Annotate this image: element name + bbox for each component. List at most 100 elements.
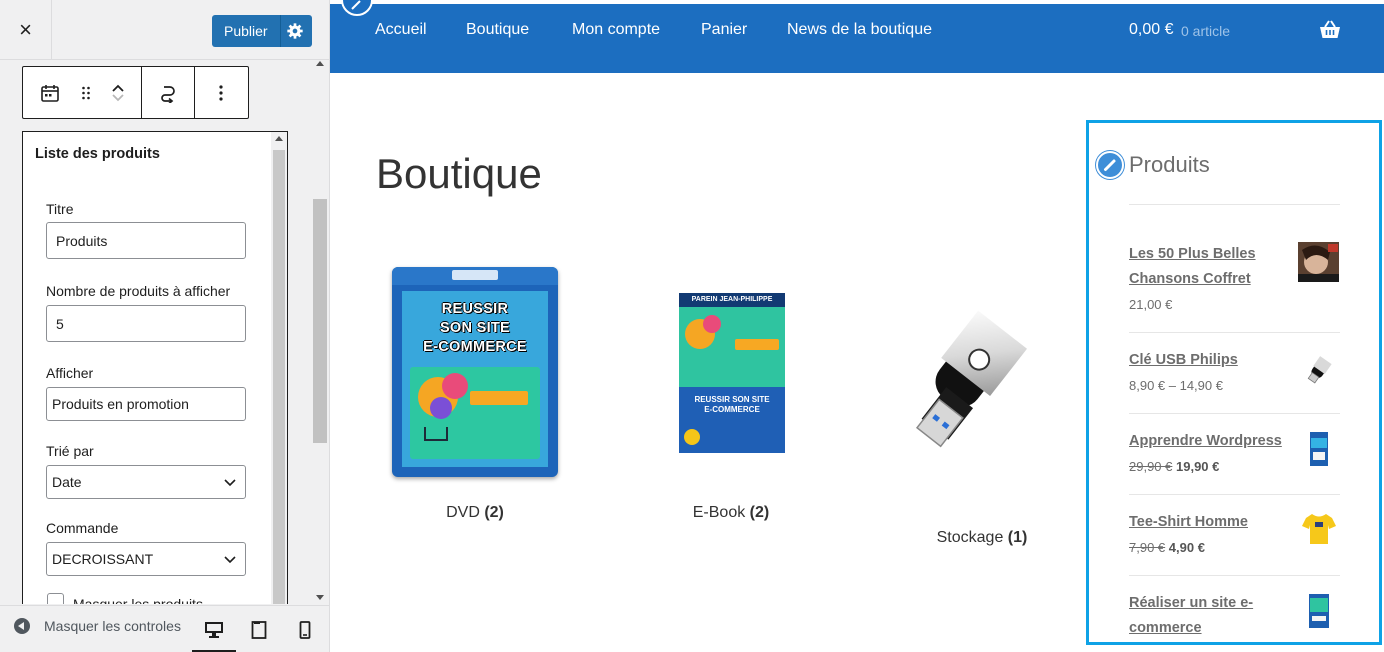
chevron-down-icon bbox=[224, 556, 236, 564]
panel-title: Liste des produits bbox=[35, 146, 160, 162]
block-toolbar-group-more bbox=[195, 67, 247, 118]
desktop-icon bbox=[205, 622, 223, 638]
sidebar-content: Liste des produits Titre Produits Nombre… bbox=[0, 61, 314, 604]
more-options-icon[interactable] bbox=[195, 67, 247, 118]
widget-divider bbox=[1129, 204, 1340, 205]
category-count: (2) bbox=[484, 504, 504, 521]
edit-shortcut-icon[interactable] bbox=[341, 0, 373, 20]
wordpress-book-thumbnail[interactable] bbox=[1310, 432, 1328, 466]
product-name-line: Apprendre Wordpress bbox=[1129, 433, 1282, 449]
panel-scrollbar-thumb[interactable] bbox=[273, 150, 285, 604]
collapse-icon bbox=[14, 618, 30, 634]
move-up-down-control bbox=[95, 67, 141, 118]
regular-price: 7,90 € bbox=[1129, 540, 1166, 555]
category-stockage-label[interactable]: Stockage (1) bbox=[927, 529, 1037, 547]
widget-product-link[interactable]: Réaliser un site e- commerce bbox=[1129, 591, 1289, 641]
customizer-sidebar: × Publier Liste des produits Titre Produ… bbox=[0, 0, 330, 652]
widget-divider bbox=[1129, 332, 1340, 333]
gear-icon[interactable] bbox=[286, 22, 304, 40]
product-name-line: Réaliser un site e- bbox=[1129, 595, 1254, 611]
widget-product-link[interactable]: Les 50 Plus Belles Chansons Coffret bbox=[1129, 242, 1289, 292]
mobile-icon bbox=[299, 621, 311, 639]
ebook-title-line: REUSSIR SON SITE bbox=[694, 395, 770, 404]
hide-controls-button[interactable]: Masquer les controles bbox=[14, 618, 181, 634]
ecommerce-book-thumbnail[interactable] bbox=[1309, 594, 1329, 628]
nav-item-news[interactable]: News de la boutique bbox=[787, 21, 932, 39]
site-preview: Accueil Boutique Mon compte Panier News … bbox=[330, 0, 1384, 652]
order-select-value: DECROISSANT bbox=[52, 551, 154, 567]
chevron-down-icon bbox=[224, 479, 236, 487]
sidebar-scrollbar-thumb[interactable] bbox=[313, 199, 327, 443]
hide-products-label: Masquer les produits bbox=[73, 596, 203, 604]
category-count: (2) bbox=[749, 504, 770, 521]
product-name-line: Les 50 Plus Belles bbox=[1129, 246, 1256, 262]
widget-product-link[interactable]: Apprendre Wordpress bbox=[1129, 429, 1289, 454]
nav-item-panier[interactable]: Panier bbox=[701, 21, 747, 39]
nav-item-mon-compte[interactable]: Mon compte bbox=[572, 21, 660, 39]
edit-widget-icon[interactable] bbox=[1096, 151, 1124, 179]
widget-divider bbox=[1129, 494, 1340, 495]
dvd-category-image[interactable]: REUSSIR SON SITE E-COMMERCE bbox=[392, 267, 558, 477]
cart-amount[interactable]: 0,00 € bbox=[1129, 21, 1173, 39]
cart-count[interactable]: 0 article bbox=[1181, 23, 1230, 39]
top-navigation: Accueil Boutique Mon compte Panier News … bbox=[330, 0, 1384, 73]
ecommerce-illustration bbox=[679, 307, 785, 387]
ebook-badge bbox=[684, 429, 700, 445]
desktop-preview-button[interactable] bbox=[192, 616, 236, 652]
widget-divider bbox=[1129, 575, 1340, 576]
widget-product-price: 21,00 € bbox=[1129, 297, 1173, 312]
hide-controls-label: Masquer les controles bbox=[44, 618, 181, 634]
product-name-line: commerce bbox=[1129, 620, 1202, 636]
scroll-up-arrow-icon[interactable] bbox=[275, 136, 283, 141]
ebook-title: REUSSIR SON SITE E-COMMERCE bbox=[679, 395, 785, 415]
mobile-preview-button[interactable] bbox=[291, 616, 319, 644]
category-ebook-label[interactable]: E-Book (2) bbox=[685, 504, 777, 522]
nav-item-boutique[interactable]: Boutique bbox=[466, 21, 529, 39]
sale-price: 4,90 € bbox=[1168, 540, 1205, 555]
tshirt-thumbnail[interactable] bbox=[1302, 512, 1336, 546]
close-button[interactable]: × bbox=[0, 0, 52, 60]
scroll-up-arrow-icon[interactable] bbox=[316, 61, 324, 66]
sidebar-scrollbar[interactable] bbox=[311, 61, 329, 604]
widget-product-price: 7,90 € 4,90 € bbox=[1129, 540, 1205, 555]
ebook-title-line: E-COMMERCE bbox=[704, 405, 760, 414]
count-label: Nombre de produits à afficher bbox=[46, 283, 231, 299]
order-label: Commande bbox=[46, 520, 119, 536]
widget-product-link[interactable]: Clé USB Philips bbox=[1129, 348, 1289, 373]
show-select[interactable]: Produits en promotion bbox=[46, 387, 246, 421]
album-cover-thumbnail[interactable] bbox=[1298, 242, 1339, 282]
publish-label: Publier bbox=[224, 23, 268, 39]
sort-select[interactable]: Date bbox=[46, 465, 246, 499]
tablet-icon bbox=[251, 621, 267, 639]
count-input[interactable]: 5 bbox=[46, 305, 246, 342]
product-name-line: Chansons Coffret bbox=[1129, 271, 1251, 287]
category-dvd-label[interactable]: DVD (2) bbox=[440, 504, 510, 522]
nav-item-accueil[interactable]: Accueil bbox=[375, 21, 427, 39]
calendar-block-icon[interactable] bbox=[23, 67, 77, 118]
category-name: Stockage bbox=[936, 529, 1004, 546]
title-input[interactable]: Produits bbox=[46, 222, 246, 259]
order-select[interactable]: DECROISSANT bbox=[46, 542, 246, 576]
show-label: Afficher bbox=[46, 365, 94, 381]
tablet-preview-button[interactable] bbox=[245, 616, 273, 644]
drag-handle-icon[interactable] bbox=[77, 67, 95, 118]
transform-icon[interactable] bbox=[142, 67, 194, 118]
usb-key-category-image[interactable] bbox=[900, 305, 1056, 453]
sale-price: 19,90 € bbox=[1176, 459, 1220, 474]
widget-product-price: 8,90 € – 14,90 € bbox=[1129, 378, 1223, 393]
panel-scrollbar[interactable] bbox=[271, 132, 287, 604]
basket-icon[interactable] bbox=[1319, 20, 1341, 40]
widget-product-link[interactable]: Tee-Shirt Homme bbox=[1129, 510, 1289, 535]
widget-title: Produits bbox=[1129, 152, 1210, 177]
regular-price: 29,90 € bbox=[1129, 459, 1173, 474]
product-name-line: Clé USB Philips bbox=[1129, 352, 1238, 368]
chevron-down-icon[interactable] bbox=[111, 93, 125, 103]
usb-key-thumbnail[interactable] bbox=[1304, 356, 1334, 384]
category-name: DVD bbox=[446, 504, 480, 521]
ebook-category-image[interactable]: PAREIN JEAN-PHILIPPE REUSSIR SON SITE E-… bbox=[679, 293, 785, 453]
hide-products-checkbox[interactable] bbox=[47, 593, 64, 604]
chevron-up-icon[interactable] bbox=[111, 83, 125, 93]
scroll-down-arrow-icon[interactable] bbox=[316, 595, 324, 600]
publish-button[interactable]: Publier bbox=[212, 15, 312, 47]
page-title: Boutique bbox=[376, 150, 542, 197]
